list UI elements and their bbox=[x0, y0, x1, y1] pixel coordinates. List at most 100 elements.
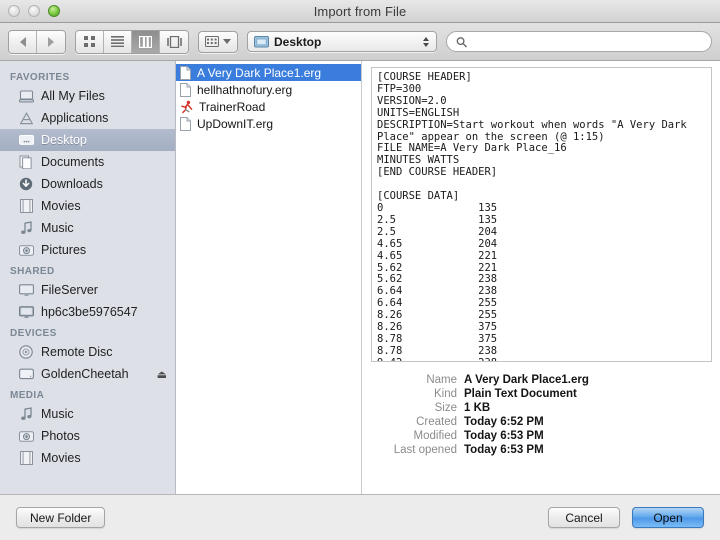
metadata-row: Kind Plain Text Document bbox=[371, 388, 712, 400]
file-list-item[interactable]: UpDownIT.erg bbox=[176, 115, 361, 132]
path-popup-label: Desktop bbox=[274, 34, 322, 49]
preview-column: [COURSE HEADER] FTP=300 VERSION=2.0 UNIT… bbox=[362, 61, 720, 494]
window-title: Import from File bbox=[313, 3, 407, 19]
sidebar-section-header-devices: DEVICES bbox=[10, 328, 57, 339]
sidebar-item-all-my-files[interactable]: All My Files bbox=[0, 85, 175, 107]
sidebar-item-remote-disc[interactable]: Remote Disc bbox=[0, 341, 175, 363]
trainerroad-app-icon bbox=[181, 100, 193, 113]
metadata-value: Today 6:52 PM bbox=[464, 416, 544, 428]
movies-icon bbox=[18, 199, 34, 214]
zoom-button[interactable] bbox=[48, 5, 60, 17]
action-menu-button[interactable] bbox=[198, 30, 238, 53]
metadata-key: Kind bbox=[433, 388, 457, 400]
grid-icon bbox=[84, 36, 95, 47]
file-list-item[interactable]: TrainerRoad bbox=[176, 98, 361, 115]
back-button[interactable] bbox=[9, 30, 37, 53]
sidebar-item-applications[interactable]: Applications bbox=[0, 107, 175, 129]
sidebar: FAVORITES All My Files Applications Desk… bbox=[0, 61, 176, 494]
sidebar-item-label: Remote Disc bbox=[41, 345, 113, 359]
drive-icon bbox=[18, 367, 34, 382]
search-input[interactable] bbox=[472, 33, 702, 50]
pictures-icon bbox=[18, 243, 34, 258]
sidebar-item-photos[interactable]: Photos bbox=[0, 425, 175, 447]
file-list-item[interactable]: hellhathnofury.erg bbox=[176, 81, 361, 98]
cancel-button[interactable]: Cancel bbox=[548, 507, 620, 528]
sidebar-item-label: hp6c3be5976547 bbox=[41, 305, 138, 319]
photos-icon bbox=[18, 429, 34, 444]
sidebar-item-movies[interactable]: Movies bbox=[0, 195, 175, 217]
sidebar-item-label: Pictures bbox=[41, 243, 87, 257]
dialog-body: FAVORITES All My Files Applications Desk… bbox=[0, 61, 720, 495]
sidebar-item-hp6c3be5976547[interactable]: hp6c3be5976547 bbox=[0, 301, 175, 323]
eject-icon[interactable]: ⏏ bbox=[157, 368, 167, 381]
file-preview-text: [COURSE HEADER] FTP=300 VERSION=2.0 UNIT… bbox=[377, 71, 687, 361]
sidebar-item-label: Music bbox=[41, 407, 74, 421]
forward-button[interactable] bbox=[37, 30, 65, 53]
icon-view-button[interactable] bbox=[76, 30, 104, 53]
metadata-row: Last opened Today 6:53 PM bbox=[371, 444, 712, 456]
folder-icon bbox=[254, 36, 269, 48]
sidebar-item-fileserver[interactable]: FileServer bbox=[0, 279, 175, 301]
popup-arrows-icon bbox=[423, 36, 429, 47]
open-button[interactable]: Open bbox=[632, 507, 704, 528]
file-list-column: A Very Dark Place1.erg hellhathnofury.er… bbox=[176, 61, 362, 494]
dialog-footer: New Folder Cancel Open bbox=[0, 495, 720, 540]
display-icon bbox=[18, 283, 34, 298]
coverflow-view-button[interactable] bbox=[160, 30, 188, 53]
list-view-button[interactable] bbox=[104, 30, 132, 53]
file-metadata-panel: Name A Very Dark Place1.erg Kind Plain T… bbox=[371, 362, 712, 456]
sidebar-item-pictures[interactable]: Pictures bbox=[0, 239, 175, 261]
all-my-files-icon bbox=[18, 89, 34, 104]
footer-action-buttons: Cancel Open bbox=[548, 507, 704, 528]
document-icon bbox=[180, 82, 191, 97]
metadata-key: Size bbox=[434, 402, 457, 414]
sidebar-item-label: Downloads bbox=[41, 177, 103, 191]
sidebar-item-label: Photos bbox=[41, 429, 80, 443]
sidebar-item-label: Movies bbox=[41, 451, 81, 465]
coverflow-icon bbox=[166, 35, 182, 48]
close-button[interactable] bbox=[8, 5, 20, 17]
sidebar-item-downloads[interactable]: Downloads bbox=[0, 173, 175, 195]
file-name: UpDownIT.erg bbox=[197, 116, 274, 131]
metadata-key: Created bbox=[416, 416, 457, 428]
sidebar-item-goldencheetah[interactable]: GoldenCheetah ⏏ bbox=[0, 363, 175, 385]
metadata-value: 1 KB bbox=[464, 402, 491, 414]
sidebar-item-media-movies[interactable]: Movies bbox=[0, 447, 175, 469]
sidebar-item-documents[interactable]: Documents bbox=[0, 151, 175, 173]
chevron-right-icon bbox=[48, 36, 54, 47]
metadata-key: Last opened bbox=[393, 444, 457, 456]
sidebar-item-label: GoldenCheetah bbox=[41, 367, 129, 381]
file-name: TrainerRoad bbox=[199, 99, 266, 114]
sidebar-section-header-media: MEDIA bbox=[10, 390, 45, 401]
metadata-key: Modified bbox=[413, 430, 457, 442]
toolbar: Desktop bbox=[0, 23, 720, 61]
column-view-button[interactable] bbox=[132, 30, 160, 53]
document-icon bbox=[180, 65, 191, 80]
window-controls bbox=[8, 5, 60, 17]
metadata-value: A Very Dark Place1.erg bbox=[464, 374, 589, 386]
applications-icon bbox=[18, 111, 34, 126]
chevron-left-icon bbox=[19, 36, 26, 47]
sidebar-section-header-favorites: FAVORITES bbox=[10, 72, 70, 83]
sidebar-item-media-music[interactable]: Music bbox=[0, 403, 175, 425]
sidebar-item-label: Music bbox=[41, 221, 74, 235]
music-icon bbox=[18, 407, 34, 422]
sidebar-item-label: Documents bbox=[41, 155, 105, 169]
document-icon bbox=[180, 116, 191, 131]
sidebar-item-music[interactable]: Music bbox=[0, 217, 175, 239]
chevron-down-icon bbox=[223, 39, 231, 44]
sidebar-item-label: Applications bbox=[41, 111, 109, 125]
music-icon bbox=[18, 221, 34, 236]
search-field[interactable] bbox=[446, 31, 712, 52]
path-popup-button[interactable]: Desktop bbox=[247, 31, 437, 52]
file-list-item[interactable]: A Very Dark Place1.erg bbox=[176, 64, 361, 81]
sidebar-item-desktop[interactable]: Desktop bbox=[0, 129, 175, 151]
file-preview-box[interactable]: [COURSE HEADER] FTP=300 VERSION=2.0 UNIT… bbox=[371, 67, 712, 362]
sidebar-item-label: Movies bbox=[41, 199, 81, 213]
minimize-button[interactable] bbox=[28, 5, 40, 17]
new-folder-button[interactable]: New Folder bbox=[16, 507, 106, 528]
metadata-row: Size 1 KB bbox=[371, 402, 712, 414]
metadata-value: Today 6:53 PM bbox=[464, 444, 544, 456]
downloads-icon bbox=[18, 177, 34, 192]
disc-icon bbox=[18, 345, 34, 360]
